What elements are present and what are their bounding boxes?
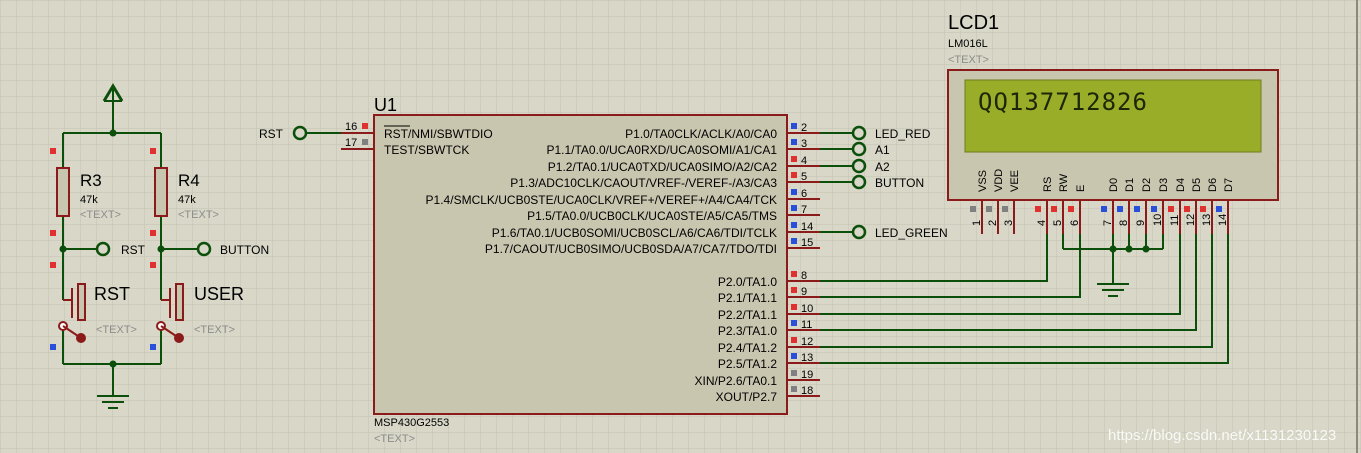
- terminal-a1-label: A1: [875, 143, 890, 157]
- u1-pin-label: P2.2/TA1.1: [718, 308, 777, 322]
- lcd-pin-label: VDD: [993, 169, 1005, 192]
- lcd-pin-label: RW: [1058, 173, 1070, 192]
- lcd-pin-number: 4: [1036, 220, 1048, 226]
- lcd-pin-number: 8: [1118, 220, 1130, 226]
- lcd-pin-number: 5: [1052, 220, 1064, 226]
- lcd-display-text: QQ137712826: [978, 88, 1148, 116]
- lcd-pin-number: 9: [1135, 220, 1147, 226]
- u1-pin-label: P1.1/TA0.0/UCA0RXD/UCA0SOMI/A1/CA1: [546, 143, 777, 157]
- r4-value: 47k: [178, 194, 196, 206]
- terminal-rst-left[interactable]: RST: [259, 125, 308, 141]
- u1-pin-number: 7: [801, 204, 807, 216]
- lcd-pin-label: D4: [1175, 178, 1187, 192]
- r4-text-placeholder: <TEXT>: [178, 209, 219, 221]
- user-switch-text-placeholder: <TEXT>: [194, 324, 235, 336]
- u1-pin-number: 4: [801, 155, 807, 167]
- lcd-pin-number: 2: [987, 220, 999, 226]
- u1-pin-number: 5: [801, 171, 807, 183]
- lcd-pin-label: D2: [1141, 178, 1153, 192]
- lcd-pin-label: D7: [1223, 178, 1235, 192]
- lcd-ref: LCD1: [948, 12, 999, 34]
- u1-pin-label: P1.7/CAOUT/UCB0SIMO/UCB0SDA/A7/CA7/TDO/T…: [485, 242, 777, 256]
- lcd-pin-number: 13: [1201, 214, 1213, 226]
- u1-pin-number: 2: [801, 122, 807, 134]
- terminal-led-green-label: LED_GREEN: [875, 226, 948, 240]
- r3-text-placeholder: <TEXT>: [80, 209, 121, 221]
- u1-pin-number: 6: [801, 188, 807, 200]
- u1-part: MSP430G2553: [374, 417, 449, 429]
- lcd-pin-label: VEE: [1009, 170, 1021, 192]
- u1-pin-number: 9: [801, 286, 807, 298]
- lcd-pin-number: 7: [1102, 220, 1114, 226]
- u1-pin-label: P2.3/TA1.0: [718, 324, 777, 338]
- lcd-pin-label: E: [1075, 185, 1087, 192]
- r3-ref: R3: [80, 171, 102, 190]
- terminal-rst-mid-label: RST: [121, 243, 146, 257]
- u1-pin-label: P2.1/TA1.1: [718, 291, 777, 305]
- u1-pin-label: TEST/SBWTCK: [384, 143, 469, 157]
- lcd-pin-number: 6: [1069, 220, 1081, 226]
- rst-switch-text-placeholder: <TEXT>: [96, 324, 137, 336]
- u1-pin-number: 8: [801, 270, 807, 282]
- u1-pin-number: 18: [801, 385, 813, 397]
- terminal-rst-left-label: RST: [259, 127, 284, 141]
- schematic-canvas[interactable]: R3 47k <TEXT> R4 47k <TEXT> RST <TEXT> U…: [0, 0, 1361, 453]
- u1-pin-label: P2.0/TA1.0: [718, 275, 777, 289]
- u1-pin-label: P1.2/TA0.1/UCA0TXD/UCA0SIMO/A2/CA2: [548, 160, 778, 174]
- u1-pin-number: 3: [801, 138, 807, 150]
- terminal-rst-mid[interactable]: RST: [95, 241, 146, 257]
- u1-pin-number: 11: [801, 319, 812, 331]
- r3-value: 47k: [80, 194, 98, 206]
- u1-pin-number: 10: [801, 303, 813, 315]
- u1-pin-label: P2.4/TA1.2: [718, 341, 777, 355]
- lcd-text-placeholder: <TEXT>: [948, 54, 989, 66]
- u1-pin-number: 13: [801, 352, 813, 364]
- lcd-part: LM016L: [948, 38, 988, 50]
- lcd-pin-number: 11: [1169, 215, 1181, 226]
- lcd-pin-label: D6: [1207, 178, 1219, 192]
- lcd-pin-label: D5: [1191, 178, 1203, 192]
- lcd-pin-label: D1: [1124, 178, 1136, 192]
- watermark: https://blog.csdn.net/x1131230123: [1108, 427, 1336, 444]
- u1-pin-label: RST/NMI/SBWTDIO: [384, 127, 493, 141]
- u1-pin-label: P1.5/TA0.0/UCB0CLK/UCA0STE/A5/CA5/TMS: [527, 209, 777, 223]
- terminal-button-mid-label: BUTTON: [220, 243, 269, 257]
- lcd-pin-label: D0: [1108, 178, 1120, 192]
- lcd-pin-number: 3: [1003, 220, 1015, 226]
- u1-pin-label: P2.5/TA1.2: [718, 357, 777, 371]
- u1-pin-label: P1.0/TA0CLK/ACLK/A0/CA0: [625, 127, 777, 141]
- terminal-button-right-label: BUTTON: [875, 176, 924, 190]
- resistor-r4[interactable]: [154, 167, 168, 217]
- u1-pin-number: 16: [345, 121, 357, 133]
- lcd-pin-label: VSS: [977, 170, 989, 192]
- u1-pin-label: XIN/P2.6/TA0.1: [695, 374, 778, 388]
- user-switch-ref: USER: [194, 284, 244, 304]
- u1-pin-number: 12: [801, 336, 813, 348]
- u1-pin-label: P1.4/SMCLK/UCB0STE/UCA0CLK/VREF+/VEREF+/…: [426, 193, 777, 207]
- lcd-pin-label: D3: [1158, 178, 1170, 192]
- terminal-led-red-label: LED_RED: [875, 127, 931, 141]
- terminal-a2-label: A2: [875, 160, 890, 174]
- u1-pin-number: 17: [345, 137, 357, 149]
- u1-pin-number: 14: [801, 221, 813, 233]
- lcd-pin-number: 1: [971, 220, 983, 226]
- lcd-pin-number: 12: [1185, 214, 1197, 226]
- lcd-pin-number: 14: [1217, 214, 1229, 226]
- rst-switch-ref: RST: [94, 284, 130, 304]
- lcd-pin-label: RS: [1042, 177, 1054, 192]
- resistor-r3[interactable]: [56, 167, 70, 217]
- u1-ref: U1: [374, 95, 397, 115]
- u1-pin-number: 19: [801, 369, 813, 381]
- u1-pin-number: 15: [801, 237, 813, 249]
- u1-pin-label: XOUT/P2.7: [716, 390, 778, 404]
- lcd-pin-number: 10: [1152, 214, 1164, 226]
- u1-text-placeholder: <TEXT>: [374, 433, 415, 445]
- r4-ref: R4: [178, 171, 200, 190]
- u1-pin-label: P1.6/TA0.1/UCB0SOMI/UCB0SCL/A6/CA6/TDI/T…: [492, 226, 777, 240]
- u1-pin-label: P1.3/ADC10CLK/CAOUT/VREF-/VEREF-/A3/CA3: [510, 176, 777, 190]
